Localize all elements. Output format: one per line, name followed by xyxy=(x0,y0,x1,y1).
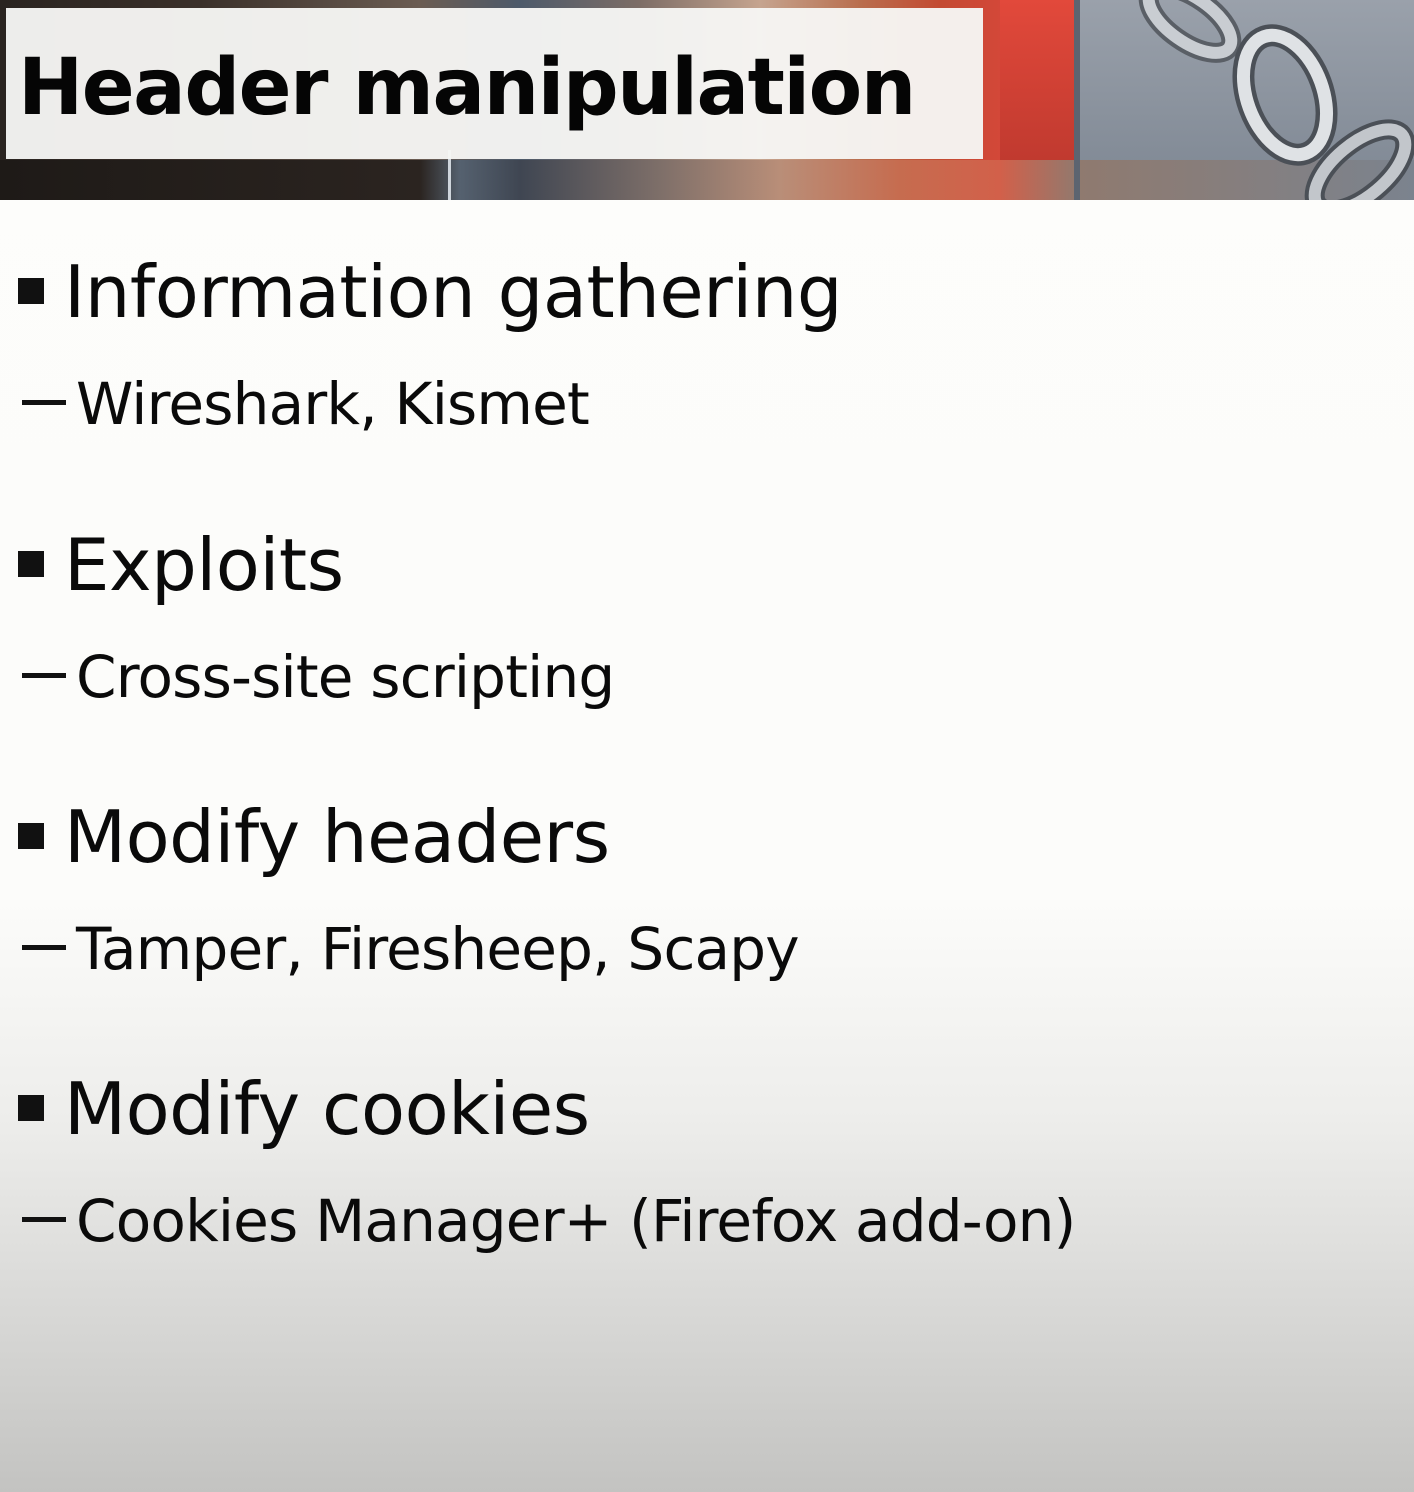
bullet-square-icon xyxy=(18,823,44,849)
sub-bullet-label: Cookies Manager+ (Firefox add-on) xyxy=(76,1187,1076,1255)
slide-content: Information gathering Wireshark, Kismet … xyxy=(0,0,1414,1492)
sub-bullet-label: Wireshark, Kismet xyxy=(76,370,590,438)
bullet-label: Modify cookies xyxy=(64,1067,590,1151)
sub-bullet-item: Tamper, Firesheep, Scapy xyxy=(0,911,1414,987)
sub-bullet-item: Cookies Manager+ (Firefox add-on) xyxy=(0,1183,1414,1259)
sub-bullet-label: Tamper, Firesheep, Scapy xyxy=(76,915,800,983)
bullet-item: Information gathering xyxy=(0,247,1414,337)
sub-bullet-item: Wireshark, Kismet xyxy=(0,366,1414,442)
sub-bullet-item: Cross-site scripting xyxy=(0,639,1414,715)
bullet-label: Exploits xyxy=(64,523,344,607)
dash-icon xyxy=(22,1217,66,1222)
bullet-square-icon xyxy=(18,1095,44,1121)
dash-icon xyxy=(22,945,66,950)
bullet-item: Modify cookies xyxy=(0,1064,1414,1154)
bullet-square-icon xyxy=(18,278,44,304)
bullet-square-icon xyxy=(18,551,44,577)
dash-icon xyxy=(22,673,66,678)
dash-icon xyxy=(22,400,66,405)
sub-bullet-label: Cross-site scripting xyxy=(76,643,615,711)
bullet-label: Modify headers xyxy=(64,795,610,879)
bullet-item: Modify headers xyxy=(0,792,1414,882)
bullet-item: Exploits xyxy=(0,520,1414,610)
bullet-label: Information gathering xyxy=(64,250,843,334)
